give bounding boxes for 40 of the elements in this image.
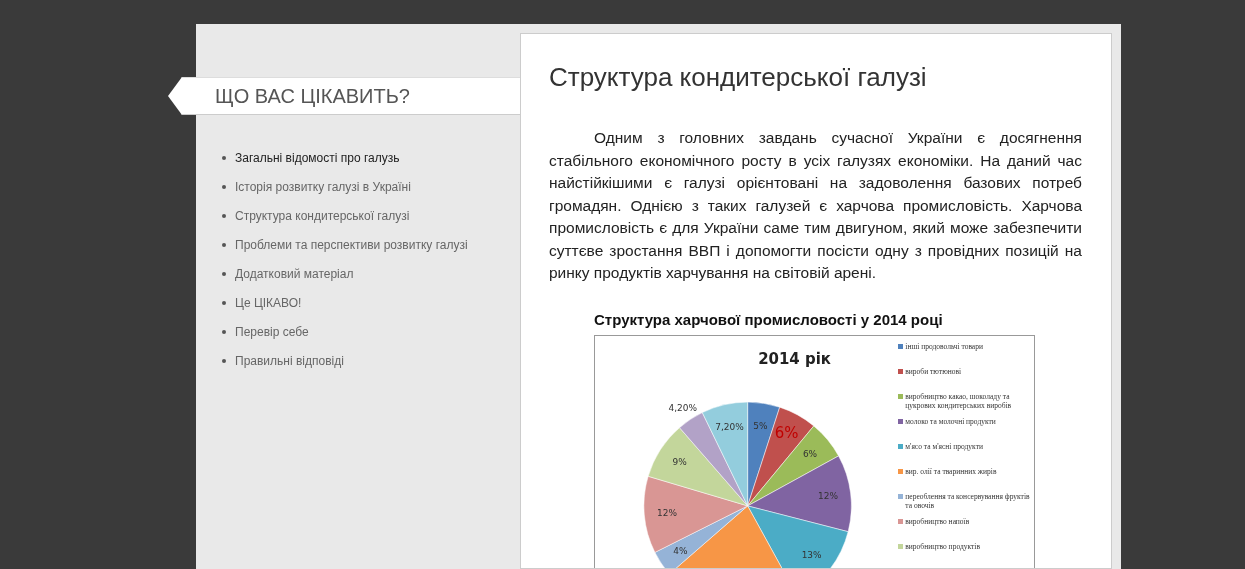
bullet-icon: [222, 329, 226, 334]
legend-swatch: [898, 494, 904, 500]
data-label: 13%: [801, 550, 822, 561]
sidebar-link[interactable]: Проблеми та перспективи розвитку галузі: [235, 235, 468, 254]
data-label: 6%: [774, 424, 799, 443]
data-label: 6%: [802, 449, 818, 460]
legend-swatch: [898, 419, 904, 425]
data-label: 9%: [672, 457, 687, 468]
sidebar-heading: ЩО ВАС ЦІКАВИТЬ?: [168, 77, 520, 115]
data-label: 12%: [657, 508, 677, 519]
legend-swatch: [898, 369, 904, 375]
bullet-icon: [222, 184, 226, 189]
legend-swatch: [898, 469, 904, 475]
data-label: 12%: [818, 490, 838, 501]
sidebar-link[interactable]: Це ЦІКАВО!: [235, 293, 302, 312]
data-label: 4,20%: [668, 402, 697, 413]
figure-caption: Структура харчової промисловості у 2014 році: [594, 309, 944, 330]
data-label: 4%: [673, 546, 688, 557]
bullet-icon: [222, 213, 226, 218]
legend-swatch: [898, 344, 904, 350]
legend-swatch: [898, 394, 904, 400]
sidebar-link[interactable]: Структура кондитерської галузі: [235, 206, 410, 225]
article-title: Структура кондитерської галузі: [549, 62, 928, 94]
sidebar-link[interactable]: Історія розвитку галузі в Україні: [235, 177, 411, 196]
sidebar-link[interactable]: Правильні відповіді: [235, 351, 344, 370]
bullet-icon: [222, 155, 226, 160]
data-label: 7,20%: [715, 422, 744, 433]
legend-swatch: [898, 519, 904, 525]
bullet-icon: [222, 242, 226, 247]
data-label: 5%: [753, 421, 768, 432]
legend-swatch: [898, 444, 904, 450]
article-paragraph: Одним з головних завдань сучасної України є досягнення стабільного економічного росту в усіх галузях економіки. На даний час найстійкішими є галузі орієнтовані на задоволення базових потреб громадян. Однією з таких галузей є харчова промисловість. Харчова промисловість є для України саме тим двигуном, який може забезпечити суттєве зростання ВВП і допомогти посісти одну з провідних позицій на ринку продуктів харчування на світовій арені.: [549, 128, 1082, 284]
sidebar-link[interactable]: Додатковий матеріал: [235, 264, 354, 283]
sidebar-link[interactable]: Загальні відомості про галузь: [235, 148, 400, 167]
chart-title: 2014 рік: [758, 350, 831, 369]
bullet-icon: [222, 271, 226, 276]
sidebar-link[interactable]: Перевір себе: [235, 322, 309, 341]
legend-swatch: [898, 544, 904, 550]
bullet-icon: [222, 300, 226, 305]
bullet-icon: [222, 358, 226, 363]
